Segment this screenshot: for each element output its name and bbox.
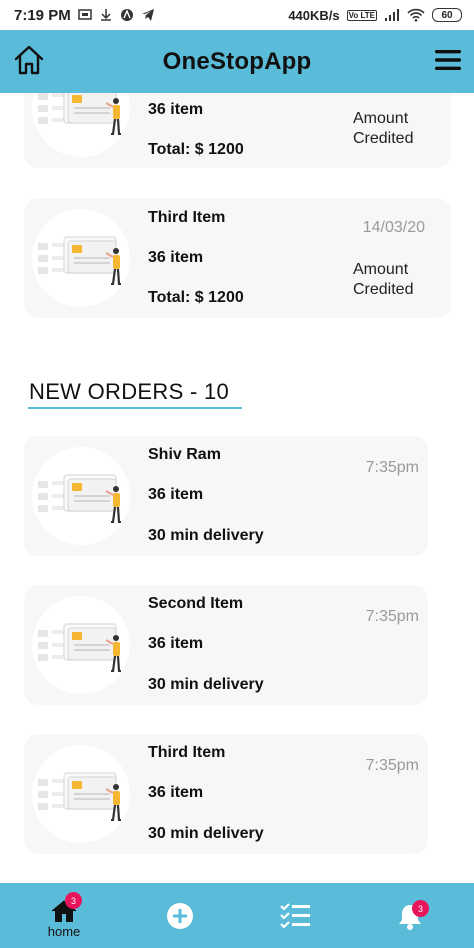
wifi-icon xyxy=(407,8,425,22)
order-time: 7:35pm xyxy=(365,608,419,625)
battery-icon: 60 xyxy=(432,8,462,22)
screenshot-icon xyxy=(77,9,92,20)
checklist-icon xyxy=(280,902,310,929)
order-thumbnail xyxy=(32,93,130,157)
add-circle-icon xyxy=(167,902,193,929)
order-thumbnail xyxy=(32,447,130,545)
order-item-count: 36 item xyxy=(148,101,204,118)
order-delivery: 30 min delivery xyxy=(148,825,264,842)
order-thumbnail xyxy=(32,596,130,694)
order-title: Third Item xyxy=(148,744,226,761)
app-bar: OneStopApp xyxy=(0,30,474,93)
order-title: Shiv Ram xyxy=(148,446,221,463)
volte-indicator: Vo LTE xyxy=(346,9,377,21)
order-thumbnail xyxy=(32,745,130,843)
new-order-card[interactable]: Shiv Ram 36 item 30 min delivery 7:35pm xyxy=(24,436,428,556)
network-speed: 440KB/s xyxy=(288,7,340,23)
order-illustration-icon xyxy=(36,93,123,136)
notification-badge: 3 xyxy=(412,900,429,917)
order-illustration-icon xyxy=(36,622,123,673)
order-total: Total: $ 1200 xyxy=(148,289,244,306)
bottom-nav: home 3 3 xyxy=(0,883,474,948)
telegram-icon xyxy=(141,9,154,21)
nav-home-label: home xyxy=(47,924,81,939)
order-illustration-icon xyxy=(36,235,123,286)
status-right: 440KB/s Vo LTE 60 xyxy=(288,8,462,23)
status-bar: 7:19 PM 440KB/s Vo LTE 60 xyxy=(0,0,474,30)
order-status-line1: Amount xyxy=(353,261,409,278)
order-title: Second Item xyxy=(148,595,244,612)
home-outline-icon[interactable] xyxy=(13,44,45,76)
nav-notifications[interactable]: 3 xyxy=(390,883,430,948)
new-orders-heading: NEW ORDERS - 10 xyxy=(29,379,230,404)
app-icon xyxy=(120,9,133,21)
order-delivery: 30 min delivery xyxy=(148,676,264,693)
nav-home[interactable]: home 3 xyxy=(38,883,90,948)
new-order-card[interactable]: Third Item 36 item 30 min delivery 7:35p… xyxy=(24,734,428,854)
order-item-count: 36 item xyxy=(148,486,204,503)
order-status-line2: Credited xyxy=(353,281,414,298)
order-item-count: 36 item xyxy=(148,784,204,801)
order-delivery: 30 min delivery xyxy=(148,527,264,544)
status-left: 7:19 PM xyxy=(14,7,155,24)
order-total: Total: $ 1200 xyxy=(148,141,244,158)
hamburger-menu-icon[interactable] xyxy=(434,48,462,72)
status-time: 7:19 PM xyxy=(14,6,71,24)
order-thumbnail xyxy=(32,209,130,307)
order-title: Third Item xyxy=(148,209,226,226)
signal-icon xyxy=(385,9,399,21)
nav-add[interactable] xyxy=(163,883,197,948)
order-time: 7:35pm xyxy=(365,459,419,476)
home-badge: 3 xyxy=(65,892,82,909)
new-order-card[interactable]: Second Item 36 item 30 min delivery 7:35… xyxy=(24,585,428,705)
order-time: 7:35pm xyxy=(365,757,419,774)
main-content[interactable]: 36 item Total: $ 1200 Amount Credited Th… xyxy=(0,93,474,883)
section-underline xyxy=(28,407,242,409)
app-title: OneStopApp xyxy=(162,47,312,75)
nav-orders-list[interactable] xyxy=(278,883,312,948)
completed-order-card[interactable]: 36 item Total: $ 1200 Amount Credited xyxy=(24,93,451,168)
order-status: Amount Credited xyxy=(353,260,443,300)
order-illustration-icon xyxy=(36,473,123,524)
order-status: Amount Credited xyxy=(353,109,443,149)
order-date: 14/03/20 xyxy=(362,219,425,236)
order-item-count: 36 item xyxy=(148,249,204,266)
order-status-line1: Amount xyxy=(353,110,409,127)
completed-order-card[interactable]: Third Item 36 item Total: $ 1200 14/03/2… xyxy=(24,198,451,318)
order-illustration-icon xyxy=(36,771,123,822)
order-item-count: 36 item xyxy=(148,635,204,652)
download-icon xyxy=(100,9,111,21)
order-status-line2: Credited xyxy=(353,130,414,147)
